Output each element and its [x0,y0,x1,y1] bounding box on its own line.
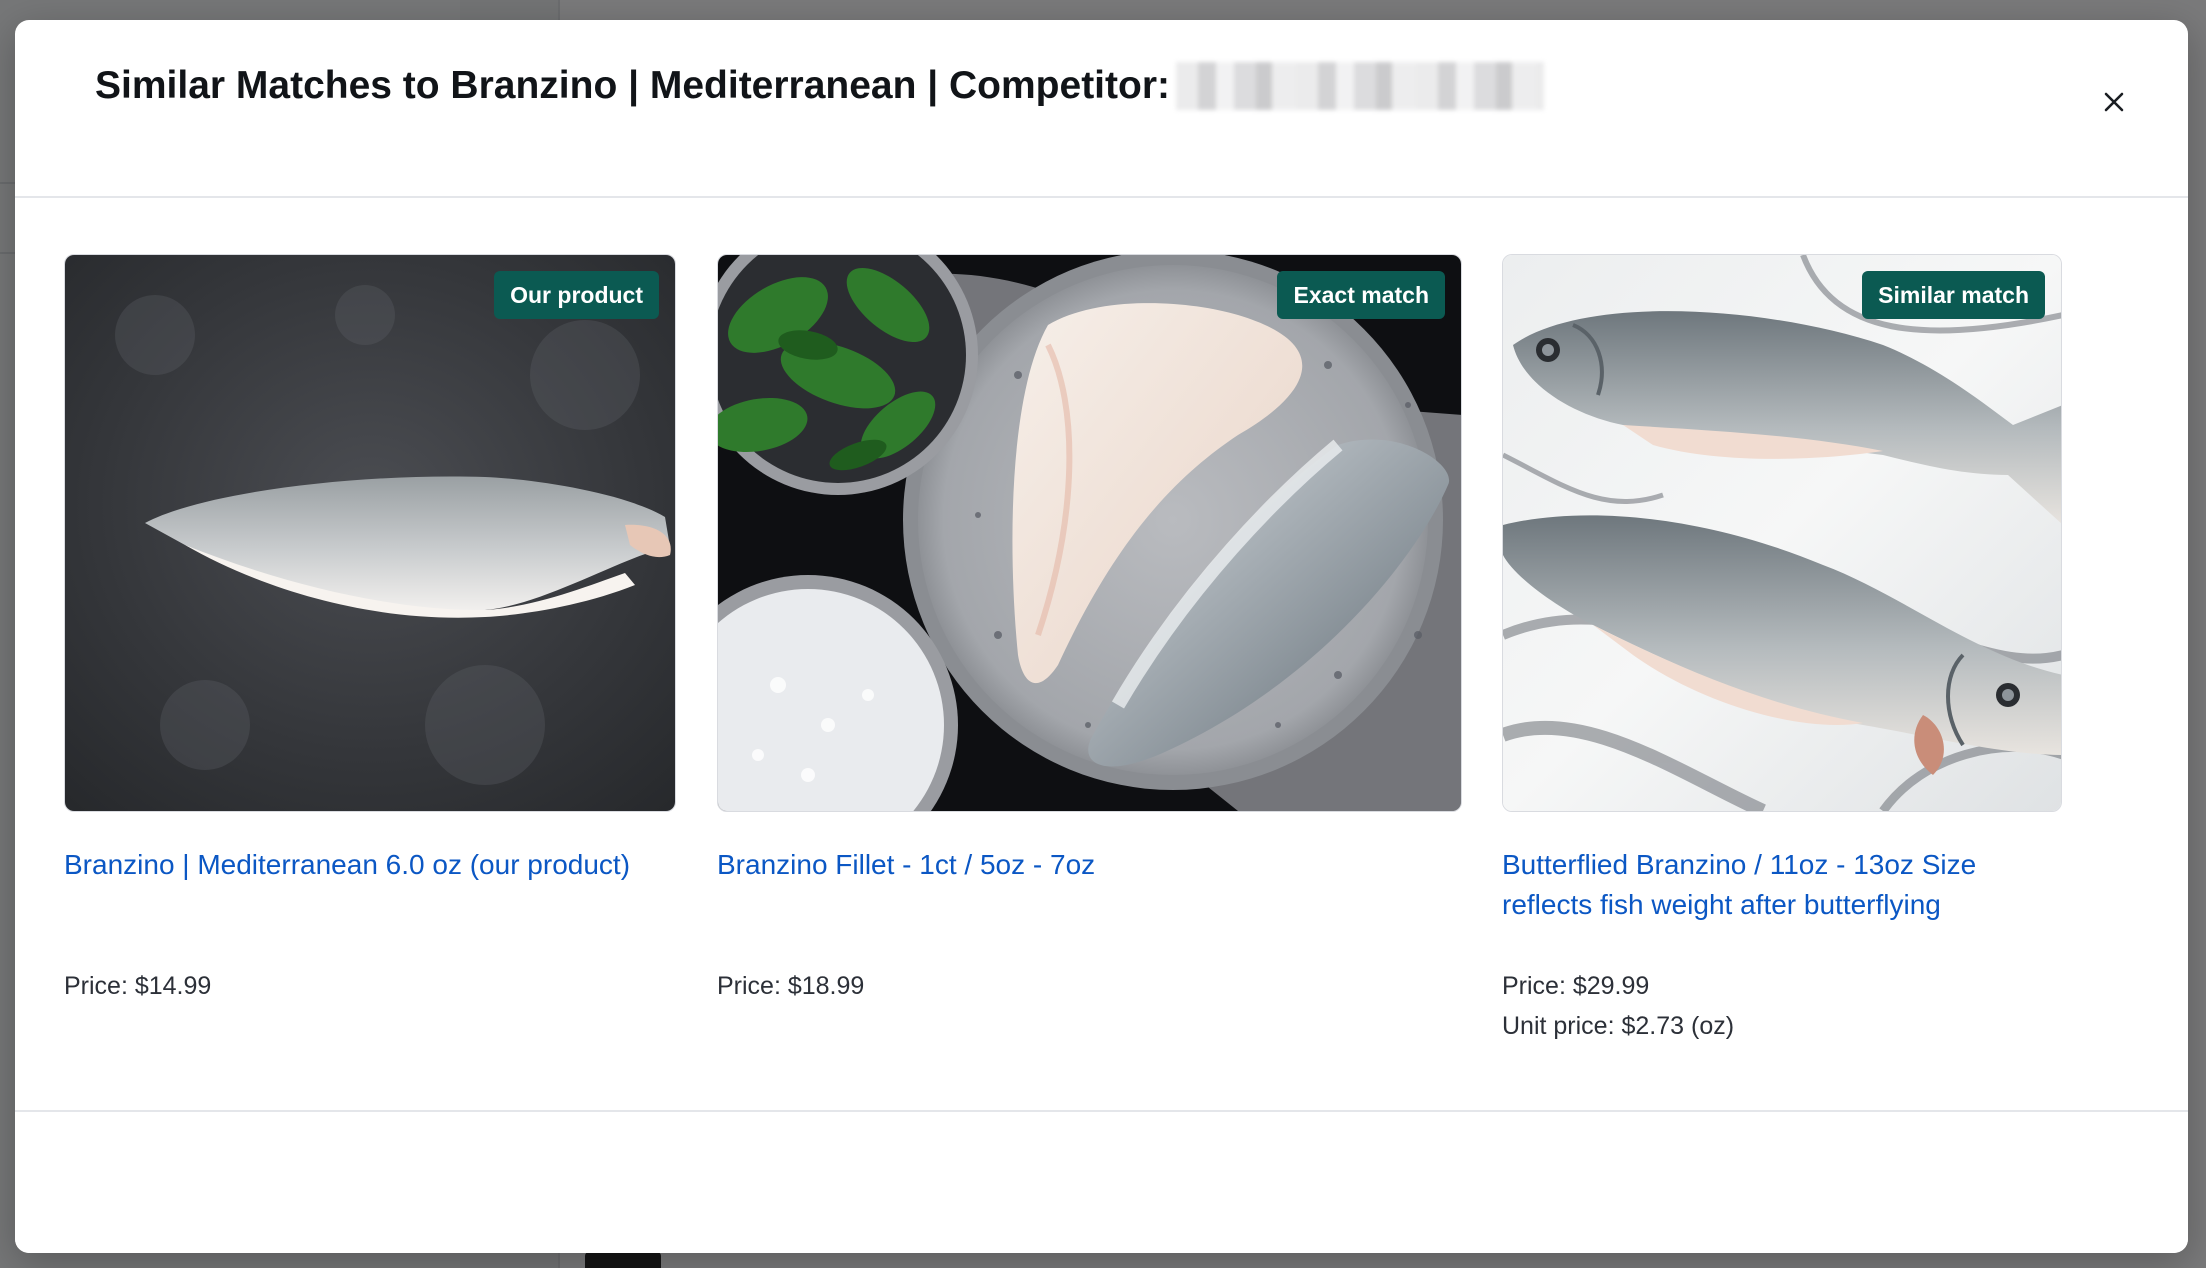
two-fillets-on-plate-image [718,255,1461,811]
close-icon [2104,92,2124,112]
two-whole-fish-marble-image [1503,255,2061,811]
product-price: Price: $18.99 [717,972,865,1000]
close-button[interactable] [2094,82,2134,122]
product-image[interactable]: Similar match [1502,254,2062,812]
modal-footer [15,1112,2188,1253]
product-price: Price: $29.99 [1502,972,1650,1000]
product-link[interactable]: Branzino Fillet - 1ct / 5oz - 7oz [717,845,1462,885]
modal-header: Similar Matches to Branzino | Mediterran… [15,20,2188,198]
modal-title: Similar Matches to Branzino | Mediterran… [95,62,1544,110]
modal-body: Our product Branzino | Mediterranean 6.0… [15,198,2188,1112]
modal-title-text: Similar Matches to Branzino | Mediterran… [95,64,1170,107]
badge-our-product: Our product [494,271,659,319]
product-card-our-product: Our product Branzino | Mediterranean 6.0… [64,254,676,1000]
redacted-competitor-name [1176,62,1544,110]
product-card-exact-match: Exact match Branzino Fillet - 1ct / 5oz … [717,254,1462,1000]
product-link[interactable]: Butterflied Branzino / 11oz - 13oz Size … [1502,845,2062,925]
product-link[interactable]: Branzino | Mediterranean 6.0 oz (our pro… [64,845,676,885]
fish-fillet-dark-stone-image [65,255,675,811]
product-card-similar-match: Similar match Butterflied Branzino / 11o… [1502,254,2062,1040]
similar-matches-modal: Similar Matches to Branzino | Mediterran… [15,20,2188,1253]
product-image[interactable]: Our product [64,254,676,812]
product-image[interactable]: Exact match [717,254,1462,812]
badge-exact-match: Exact match [1277,271,1445,319]
badge-similar-match: Similar match [1862,271,2045,319]
product-price: Price: $14.99 [64,972,212,1000]
product-unit-price: Unit price: $2.73 (oz) [1502,1012,1735,1040]
